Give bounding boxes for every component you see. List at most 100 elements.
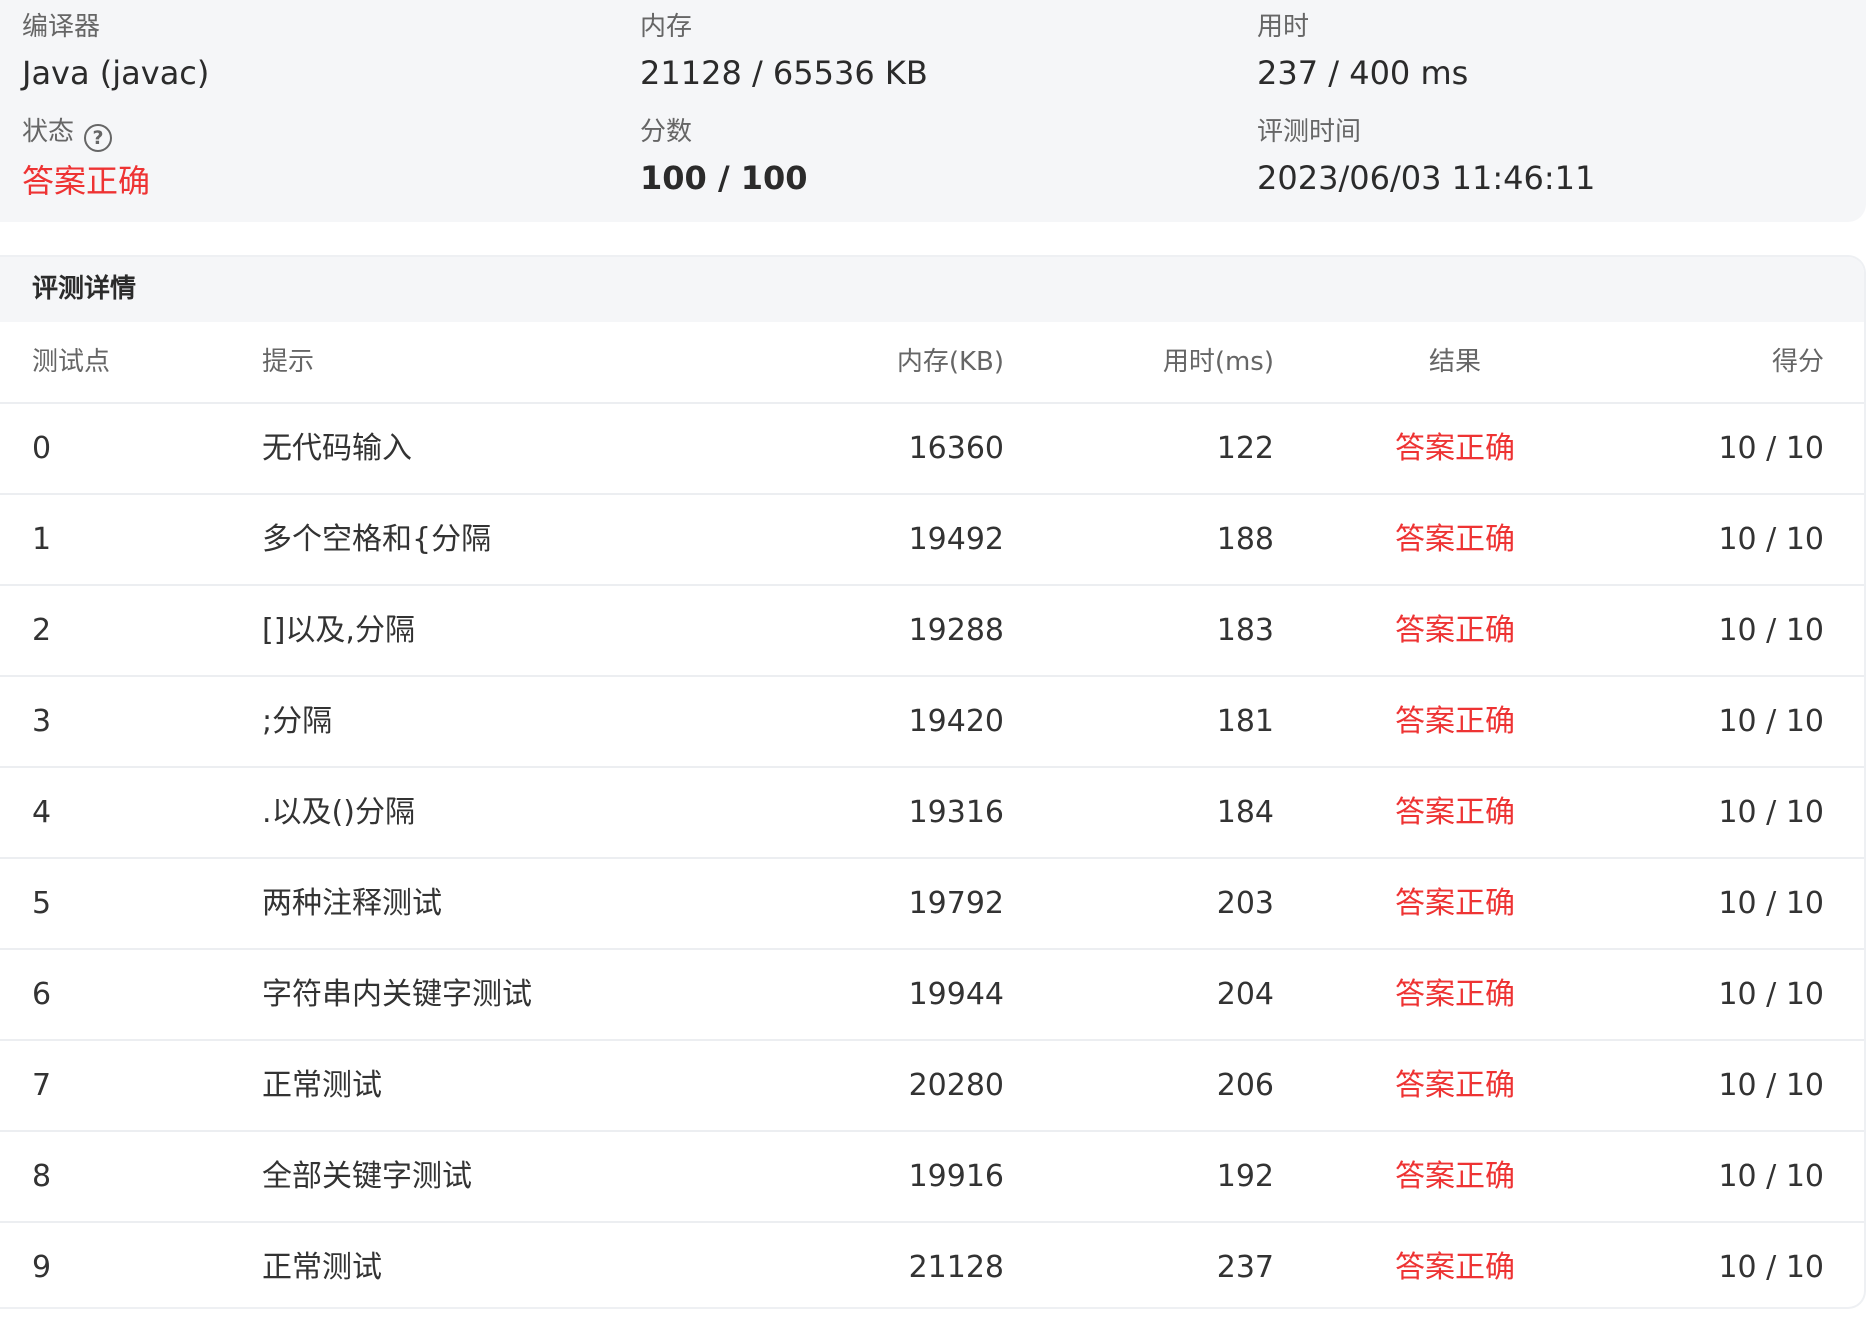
test-point-id: 9: [32, 1250, 52, 1285]
test-point-id: 2: [32, 613, 52, 648]
table-row: 1 多个空格和{分隔 19492 188 答案正确 10 / 10: [0, 495, 1864, 586]
test-score: 10 / 10: [1718, 431, 1824, 466]
test-result: 答案正确: [1395, 977, 1515, 1012]
table-row: 0 无代码输入 16360 122 答案正确 10 / 10: [0, 404, 1864, 495]
table-row: 2 []以及,分隔 19288 183 答案正确 10 / 10: [0, 586, 1864, 677]
test-time: 184: [1216, 795, 1274, 830]
time-value: 237 / 400 ms: [1257, 54, 1469, 92]
judge-time-value: 2023/06/03 11:46:11: [1257, 159, 1596, 197]
test-result: 答案正确: [1395, 1159, 1515, 1194]
test-memory: 19792: [908, 886, 1004, 921]
submission-result-page: 编译器 Java (javac) 内存 21128 / 65536 KB 用时 …: [0, 0, 1866, 1320]
table-header: 测试点 提示 内存(KB) 用时(ms) 结果 得分: [0, 322, 1864, 404]
table-row: 4 .以及()分隔 19316 184 答案正确 10 / 10: [0, 768, 1864, 859]
col-memory: 内存(KB): [896, 347, 1004, 377]
submission-summary: 编译器 Java (javac) 内存 21128 / 65536 KB 用时 …: [0, 0, 1866, 222]
compiler-info: 编译器 Java (javac): [22, 10, 209, 94]
test-point-id: 6: [32, 977, 52, 1012]
compiler-value: Java (javac): [22, 54, 210, 92]
judge-details-panel: 评测详情 测试点 提示 内存(KB) 用时(ms) 结果 得分 0 无代码输入 …: [0, 255, 1866, 1309]
test-point-id: 8: [32, 1159, 52, 1194]
test-time: 206: [1216, 1068, 1274, 1103]
time-info: 用时 237 / 400 ms: [1257, 10, 1468, 94]
time-label: 用时: [1257, 12, 1310, 42]
test-time: 237: [1216, 1250, 1274, 1285]
col-hint: 提示: [262, 347, 315, 377]
test-point-id: 5: [32, 886, 52, 921]
test-result: 答案正确: [1395, 886, 1515, 921]
test-memory: 21128: [908, 1250, 1004, 1285]
test-memory: 19316: [908, 795, 1004, 830]
test-point-id: 7: [32, 1068, 52, 1103]
table-row: 9 正常测试 21128 237 答案正确 10 / 10: [0, 1223, 1864, 1307]
test-hint: 两种注释测试: [262, 886, 442, 921]
test-hint: 字符串内关键字测试: [262, 977, 532, 1012]
col-score: 得分: [1771, 347, 1824, 377]
test-score: 10 / 10: [1718, 613, 1824, 648]
test-score: 10 / 10: [1718, 1068, 1824, 1103]
test-hint: 正常测试: [262, 1250, 382, 1285]
test-result: 答案正确: [1395, 795, 1515, 830]
test-time: 122: [1216, 431, 1274, 466]
test-score: 10 / 10: [1718, 1250, 1824, 1285]
test-time: 192: [1216, 1159, 1274, 1194]
status-label-row: 状态?: [22, 115, 150, 152]
test-score: 10 / 10: [1718, 1159, 1824, 1194]
test-memory: 19944: [908, 977, 1004, 1012]
test-point-id: 4: [32, 795, 52, 830]
help-icon[interactable]: ?: [84, 124, 113, 152]
score-value: 100 / 100: [640, 159, 808, 197]
test-time: 183: [1216, 613, 1274, 648]
score-info: 分数 100 / 100: [640, 115, 808, 199]
test-memory: 19420: [908, 704, 1004, 739]
memory-value: 21128 / 65536 KB: [640, 54, 928, 92]
test-result: 答案正确: [1395, 1068, 1515, 1103]
test-hint: []以及,分隔: [262, 613, 415, 648]
status-label: 状态: [22, 117, 75, 147]
table-row: 8 全部关键字测试 19916 192 答案正确 10 / 10: [0, 1132, 1864, 1223]
col-test-point: 测试点: [32, 347, 111, 377]
test-hint: .以及()分隔: [262, 795, 415, 830]
test-result: 答案正确: [1395, 431, 1515, 466]
test-point-id: 1: [32, 522, 52, 557]
table-row: 3 ;分隔 19420 181 答案正确 10 / 10: [0, 677, 1864, 768]
test-score: 10 / 10: [1718, 704, 1824, 739]
col-result: 结果: [1428, 347, 1481, 377]
test-score: 10 / 10: [1718, 522, 1824, 557]
test-hint: 无代码输入: [262, 431, 412, 466]
test-hint: 正常测试: [262, 1068, 382, 1103]
test-point-id: 3: [32, 704, 52, 739]
status-info: 状态? 答案正确: [22, 115, 150, 202]
test-memory: 19288: [908, 613, 1004, 648]
table-row: 6 字符串内关键字测试 19944 204 答案正确 10 / 10: [0, 950, 1864, 1041]
test-result: 答案正确: [1395, 1250, 1515, 1285]
status-value: 答案正确: [22, 162, 151, 200]
memory-label: 内存: [640, 12, 693, 42]
test-hint: 全部关键字测试: [262, 1159, 472, 1194]
test-hint: ;分隔: [262, 704, 333, 739]
test-score: 10 / 10: [1718, 795, 1824, 830]
test-memory: 20280: [908, 1068, 1004, 1103]
test-score: 10 / 10: [1718, 977, 1824, 1012]
test-time: 204: [1216, 977, 1274, 1012]
compiler-label: 编译器: [22, 12, 101, 42]
test-result: 答案正确: [1395, 522, 1515, 557]
col-time: 用时(ms): [1162, 347, 1274, 377]
test-memory: 19492: [908, 522, 1004, 557]
table-row: 7 正常测试 20280 206 答案正确 10 / 10: [0, 1041, 1864, 1132]
test-point-id: 0: [32, 431, 52, 466]
test-time: 203: [1216, 886, 1274, 921]
memory-info: 内存 21128 / 65536 KB: [640, 10, 928, 94]
judge-time-label: 评测时间: [1257, 117, 1362, 147]
table-body: 0 无代码输入 16360 122 答案正确 10 / 10 1 多个空格和{分…: [0, 404, 1864, 1307]
score-label: 分数: [640, 117, 693, 147]
test-result: 答案正确: [1395, 704, 1515, 739]
judge-time-info: 评测时间 2023/06/03 11:46:11: [1257, 115, 1595, 199]
test-memory: 16360: [908, 431, 1004, 466]
test-memory: 19916: [908, 1159, 1004, 1194]
table-row: 5 两种注释测试 19792 203 答案正确 10 / 10: [0, 859, 1864, 950]
judge-details-title: 评测详情: [0, 257, 1864, 322]
test-result: 答案正确: [1395, 613, 1515, 648]
test-time: 181: [1216, 704, 1274, 739]
test-hint: 多个空格和{分隔: [262, 522, 492, 557]
